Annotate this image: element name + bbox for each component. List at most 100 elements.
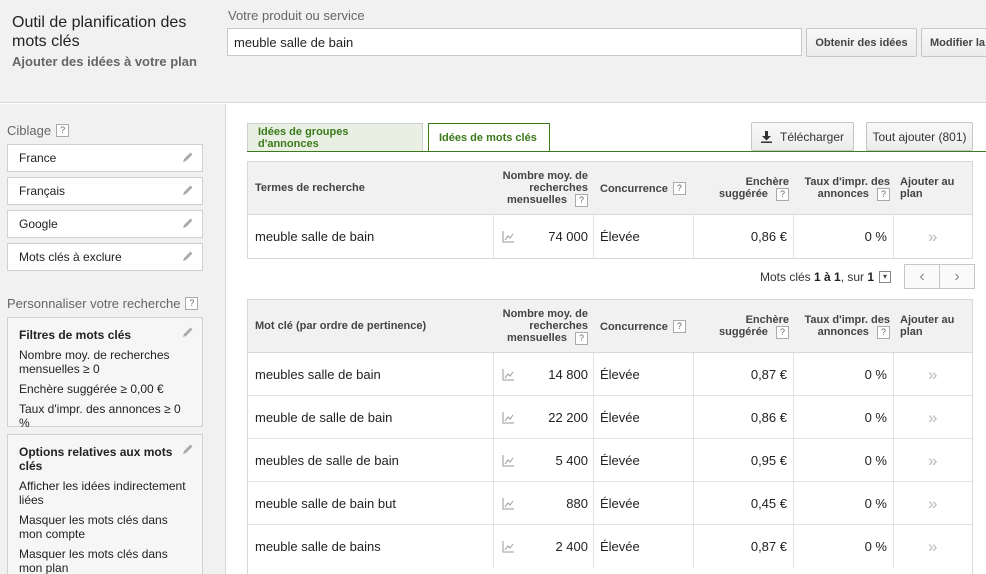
pencil-icon[interactable] [182,326,194,338]
competition-value: Élevée [600,410,640,425]
trend-chart-icon[interactable] [502,411,515,424]
help-icon[interactable]: ? [575,332,588,345]
suggested-bid-value: 0,45 € [750,496,787,511]
filter-line: Taux d'impr. des annonces ≥ 0 % [19,402,181,430]
avg-searches-value: 5 400 [555,453,588,468]
add-to-plan-button[interactable]: » [928,525,937,568]
trend-chart-icon[interactable] [502,497,515,510]
keyword-filters[interactable]: Filtres de mots clés Nombre moy. de rech… [7,317,203,430]
pager-dropdown-icon[interactable]: ▾ [879,271,891,283]
add-to-plan-button[interactable]: » [928,439,937,482]
pencil-icon[interactable] [182,217,194,229]
table-row: meubles salle de bain 14 800 Élevée 0,87 € 0… [248,353,972,396]
help-icon[interactable]: ? [877,326,890,339]
avg-searches-value: 74 000 [548,229,588,244]
help-icon[interactable]: ? [776,326,789,339]
table-header: Termes de recherche Nombre moy. de reche… [248,162,972,215]
help-icon[interactable]: ? [672,182,686,195]
double-chevron-right-icon: » [928,493,938,513]
competition-value: Élevée [600,229,640,244]
targeting-item-label: Google [19,217,58,231]
col-keyword-relevance[interactable]: Mot clé (par ordre de pertinence) [255,320,426,332]
impr-share-value: 0 % [864,539,887,554]
pencil-icon[interactable] [182,250,194,262]
keyword-text: meuble de salle de bain [255,410,393,425]
trend-chart-icon[interactable] [502,368,515,381]
table-row: meuble salle de bains 2 400 Élevée 0,87 € 0 … [248,525,972,568]
col-competition-label: Concurrence [600,182,668,195]
impr-share-value: 0 % [864,453,887,468]
col-competition[interactable]: Concurrence? [600,320,686,333]
suggested-bid-value: 0,86 € [750,410,787,425]
impr-share-value: 0 % [864,229,887,244]
targeting-heading: Ciblage ? [7,123,70,138]
col-search-terms[interactable]: Termes de recherche [255,182,365,194]
double-chevron-right-icon: » [928,407,938,427]
pencil-icon[interactable] [182,443,194,455]
keyword-text: meuble salle de bains [255,539,381,554]
pager-text: Mots clés 1 à 1, sur 1 [760,270,874,284]
table-row: meuble de salle de bain 22 200 Élevée 0,86 … [248,396,972,439]
col-avg-searches[interactable]: Nombre moy. de recherches mensuelles ? [496,170,588,207]
col-competition[interactable]: Concurrence? [600,182,686,195]
suggested-bid-value: 0,86 € [750,229,787,244]
add-to-plan-button[interactable]: » [928,482,937,525]
next-page-button[interactable]: › [939,264,975,289]
col-competition-label: Concurrence [600,320,668,333]
double-chevron-right-icon: » [928,536,938,556]
help-icon[interactable]: ? [56,124,70,137]
col-suggested-bid[interactable]: Enchère suggérée ? [703,176,789,201]
keyword-ideas-table: Mot clé (par ordre de pertinence) Nombre… [247,299,973,574]
tab-keyword-ideas[interactable]: Idées de mots clés [428,123,550,152]
add-to-plan-button[interactable]: » [928,396,937,439]
suggested-bid-value: 0,87 € [750,539,787,554]
targeting-item-label: France [19,151,57,165]
help-icon[interactable]: ? [672,320,686,333]
help-icon[interactable]: ? [776,188,789,201]
targeting-item[interactable]: Google [7,210,203,238]
table-row: meuble salle de bain but 880 Élevée 0,45 € 0… [248,482,972,525]
modify-button[interactable]: Modifier la [921,28,986,57]
keyword-text: meubles de salle de bain [255,453,399,468]
pencil-icon[interactable] [182,151,194,163]
col-suggested-bid[interactable]: Enchère suggérée ? [703,314,789,339]
col-avg-searches[interactable]: Nombre moy. de recherches mensuelles ? [496,308,588,345]
suggested-bid-value: 0,95 € [750,453,787,468]
trend-chart-icon[interactable] [502,540,515,553]
help-icon[interactable]: ? [185,297,199,310]
add-to-plan-button[interactable]: » [928,353,937,396]
targeting-item[interactable]: Mots clés à exclure [7,243,203,271]
download-button[interactable]: Télécharger [751,122,854,151]
tab-underline [247,151,986,152]
impr-share-value: 0 % [864,367,887,382]
add-to-plan-button[interactable]: » [928,215,937,258]
targeting-item[interactable]: Français [7,177,203,205]
col-add-to-plan: Ajouter au plan [900,176,955,200]
help-icon[interactable]: ? [575,194,588,207]
pager-sep: , sur [840,270,868,284]
impr-share-value: 0 % [864,410,887,425]
help-icon[interactable]: ? [877,188,890,201]
trend-chart-icon[interactable] [502,454,515,467]
options-title: Options relatives aux mots clés [19,445,173,473]
add-all-button[interactable]: Tout ajouter (801) [866,122,973,151]
app-subtitle[interactable]: Ajouter des idées à votre plan [12,54,197,69]
col-impr-share[interactable]: Taux d'impr. des annonces ? [798,176,890,201]
tab-ad-group-ideas[interactable]: Idées de groupes d'annonces [247,123,423,151]
download-icon [760,130,772,143]
targeting-item[interactable]: France [7,144,203,172]
trend-chart-icon[interactable] [502,230,515,243]
double-chevron-right-icon: » [928,226,938,246]
prev-page-button[interactable]: ‹ [904,264,940,289]
col-impr-share[interactable]: Taux d'impr. des annonces ? [798,314,890,339]
table-row: meuble salle de bain 74 000 Élevée 0,86 € 0 … [248,215,972,258]
product-input[interactable] [227,28,802,56]
avg-searches-value: 2 400 [555,539,588,554]
keyword-options[interactable]: Options relatives aux mots clés Afficher… [7,434,203,574]
keyword-text: meuble salle de bain but [255,496,396,511]
app-title: Outil de planification des mots clés [12,14,187,50]
pencil-icon[interactable] [182,184,194,196]
competition-value: Élevée [600,367,640,382]
get-ideas-button[interactable]: Obtenir des idées [806,28,917,57]
keyword-text: meubles salle de bain [255,367,381,382]
